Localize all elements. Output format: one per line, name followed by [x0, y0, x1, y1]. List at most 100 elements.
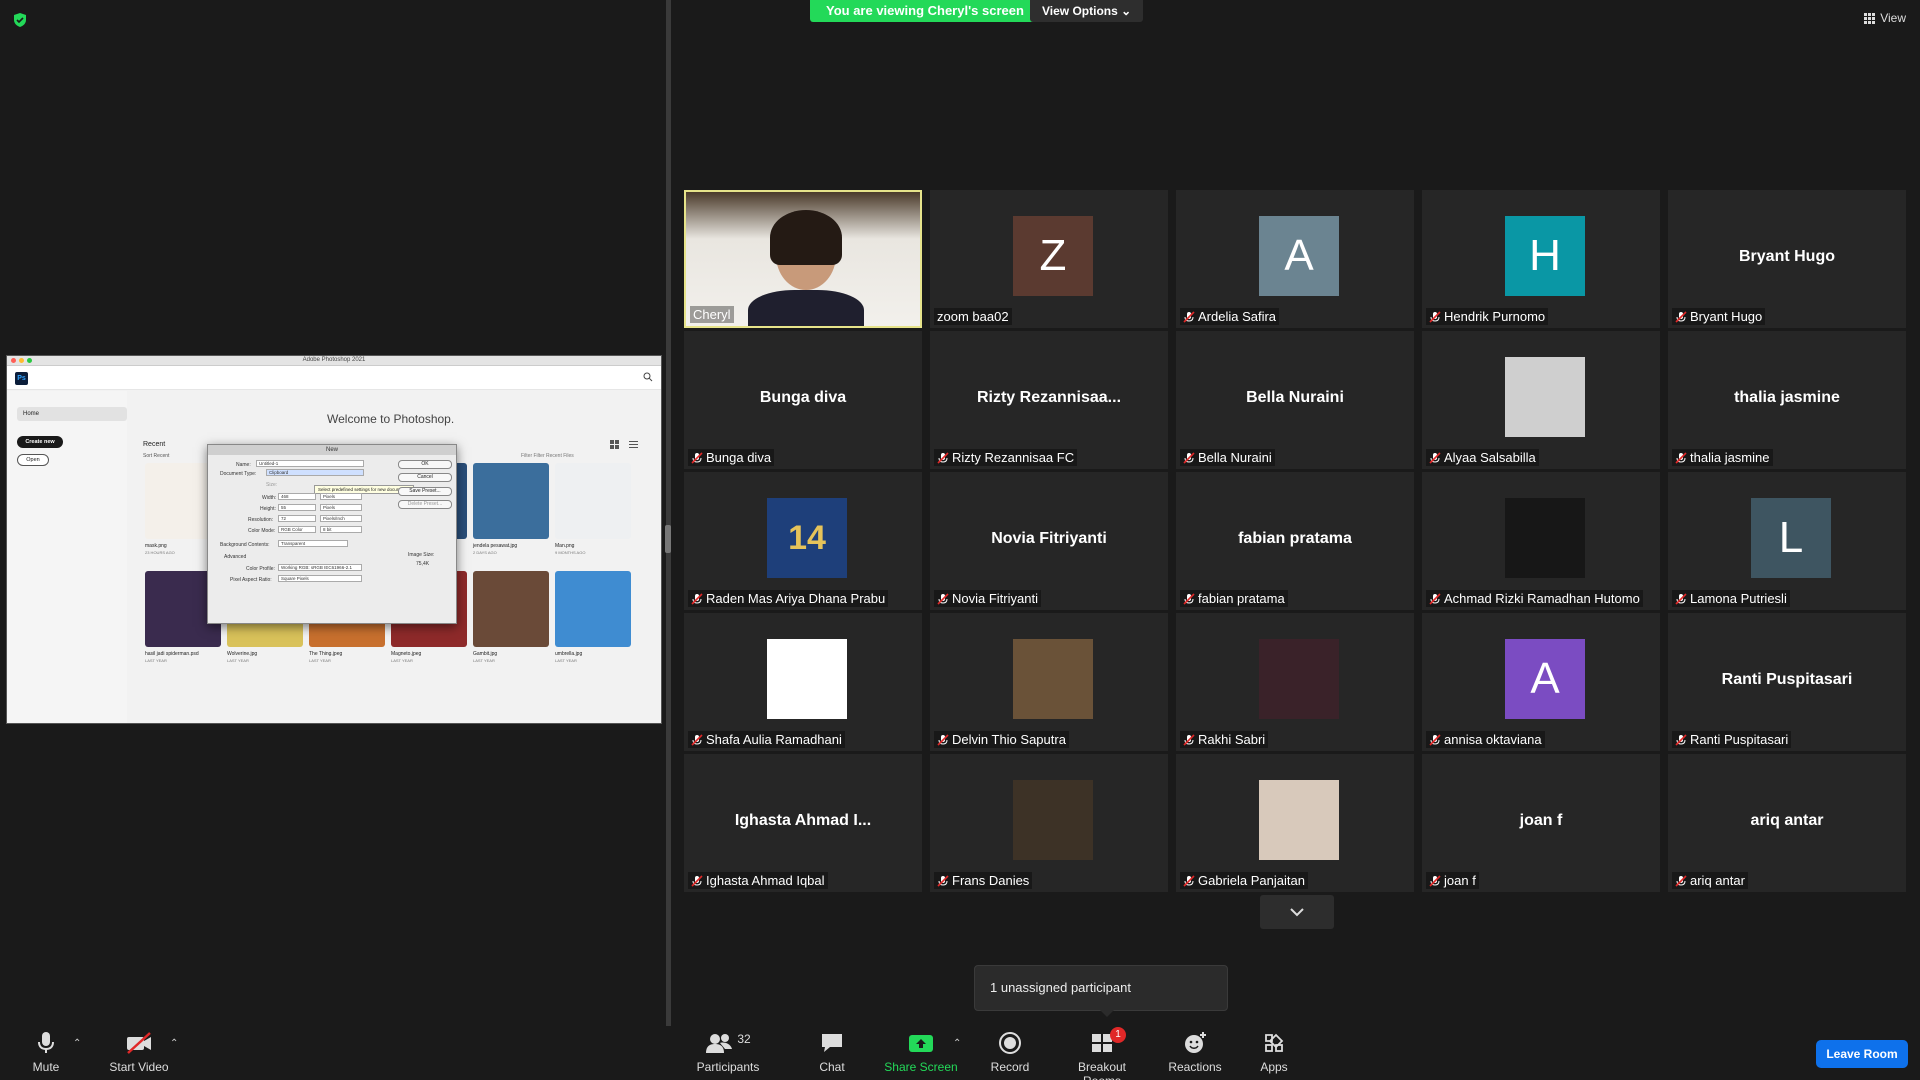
shared-screen[interactable]: Adobe Photoshop 2021 Ps Home Create new …: [6, 355, 662, 724]
participant-name: Bryant Hugo: [1690, 309, 1763, 324]
participant-tile[interactable]: 14 Raden Mas Ariya Dhana Prabu: [684, 472, 922, 610]
dialog-title: New: [208, 445, 456, 455]
participant-name: Raden Mas Ariya Dhana Prabu: [706, 591, 886, 606]
breakout-rooms-button[interactable]: 1 Breakout Rooms: [1058, 1027, 1146, 1080]
chevron-down-icon: ⌄: [1121, 4, 1132, 18]
zoom-window: You are viewing Cheryl's screen View Opt…: [0, 0, 1920, 1080]
split-divider[interactable]: [666, 0, 671, 1026]
participant-name-label: Novia Fitriyanti: [934, 590, 1041, 607]
dialog-resolution-unit: Pixels/Inch: [320, 515, 362, 522]
muted-mic-icon: [1675, 310, 1687, 323]
participant-tile[interactable]: H Hendrik Purnomo: [1422, 190, 1660, 328]
start-video-button[interactable]: Start Video: [104, 1030, 174, 1074]
participant-name: Novia Fitriyanti: [952, 591, 1038, 606]
participant-avatar: A: [1259, 216, 1339, 296]
participant-name-label: Rizty Rezannisaa FC: [934, 449, 1078, 466]
grid-view-icon: [1864, 12, 1876, 24]
participant-profile-photo: [1505, 498, 1585, 578]
participant-tile[interactable]: A Ardelia Safira: [1176, 190, 1414, 328]
dialog-doctype-label: Document Type:: [220, 471, 257, 477]
file-name: hasil jadi spiderman.psd: [145, 651, 199, 657]
participant-profile-photo: [1013, 639, 1093, 719]
participant-name: Shafa Aulia Ramadhani: [706, 732, 842, 747]
file-name: Gambit.jpg: [473, 651, 498, 657]
participant-tile[interactable]: Bella Nuraini Bella Nuraini: [1176, 331, 1414, 469]
dialog-cancel-button: Cancel: [398, 473, 452, 482]
participant-display-name: Rizty Rezannisaa...: [976, 389, 1122, 406]
view-button[interactable]: View: [1864, 11, 1906, 25]
participant-tile[interactable]: Ighasta Ahmad I... Ighasta Ahmad Iqbal: [684, 754, 922, 892]
ps-home-nav: Home: [17, 407, 127, 421]
participant-tile[interactable]: Novia Fitriyanti Novia Fitriyanti: [930, 472, 1168, 610]
participants-button[interactable]: 32 Participants: [690, 1030, 766, 1074]
participant-tile[interactable]: Achmad Rizki Ramadhan Hutomo: [1422, 472, 1660, 610]
apps-button[interactable]: Apps: [1254, 1030, 1294, 1074]
leave-room-button[interactable]: Leave Room: [1816, 1040, 1908, 1068]
participant-name: joan f: [1444, 873, 1476, 888]
breakout-rooms-label: Breakout Rooms: [1077, 1060, 1127, 1080]
muted-mic-icon: [1183, 874, 1195, 887]
ps-recent-file: jendela pesawat.jpg 2 DAYS AGO: [471, 463, 551, 571]
chat-button[interactable]: Chat: [812, 1030, 852, 1074]
reactions-button[interactable]: Reactions: [1166, 1030, 1224, 1074]
participant-name: zoom baa02: [937, 309, 1009, 324]
record-button[interactable]: Record: [990, 1030, 1030, 1074]
view-options-button[interactable]: View Options ⌄: [1030, 0, 1144, 22]
dialog-bg-label: Background Contents:: [220, 542, 270, 548]
participant-tile[interactable]: Bunga diva Bunga diva: [684, 331, 922, 469]
participant-tile[interactable]: Bryant Hugo Bryant Hugo: [1668, 190, 1906, 328]
participant-tile[interactable]: fabian pratama fabian pratama: [1176, 472, 1414, 610]
participant-name: Alyaa Salsabilla: [1444, 450, 1536, 465]
participant-tile[interactable]: Gabriela Panjaitan: [1176, 754, 1414, 892]
microphone-icon: [38, 1032, 54, 1053]
participant-name-label: Shafa Aulia Ramadhani: [688, 731, 845, 748]
apps-icon: [1265, 1033, 1284, 1052]
participant-tile[interactable]: ariq antar ariq antar: [1668, 754, 1906, 892]
participant-tile[interactable]: Rakhi Sabri: [1176, 613, 1414, 751]
participant-name: Cheryl: [693, 307, 731, 322]
smiley-plus-icon: [1185, 1032, 1206, 1053]
audio-options-caret[interactable]: ⌃: [73, 1038, 81, 1049]
participant-name: Rakhi Sabri: [1198, 732, 1266, 747]
dialog-delete-preset-button: Delete Preset...: [398, 500, 452, 509]
participant-tile[interactable]: joan f joan f: [1422, 754, 1660, 892]
participant-tile[interactable]: Delvin Thio Saputra: [930, 613, 1168, 751]
participant-tile[interactable]: Rizty Rezannisaa... Rizty Rezannisaa FC: [930, 331, 1168, 469]
file-name: Magneto.jpeg: [391, 651, 422, 657]
participant-name: Ranti Puspitasari: [1690, 732, 1789, 747]
participants-label: Participants: [696, 1060, 760, 1074]
participant-tile[interactable]: Shafa Aulia Ramadhani: [684, 613, 922, 751]
participant-tile[interactable]: L Lamona Putriesli: [1668, 472, 1906, 610]
file-name: jendela pesawat.jpg: [473, 543, 518, 549]
view-label: View: [1880, 11, 1906, 25]
dialog-image-size-value: 75,4K: [416, 561, 430, 567]
security-shield-icon[interactable]: [12, 12, 28, 28]
participant-name: Hendrik Purnomo: [1444, 309, 1546, 324]
divider-drag-handle[interactable]: [665, 525, 671, 553]
record-icon: [999, 1032, 1021, 1054]
video-options-caret[interactable]: ⌃: [170, 1038, 178, 1049]
participant-name-label: Ighasta Ahmad Iqbal: [688, 872, 828, 889]
share-screen-button[interactable]: Share Screen: [882, 1030, 960, 1074]
participant-tile[interactable]: Aannisa oktaviana: [1422, 613, 1660, 751]
file-time: LAST YEAR: [391, 658, 413, 663]
dialog-profile-select: Working RGB: sRGB IEC61966-2.1: [278, 564, 362, 571]
participant-tile[interactable]: Ranti Puspitasari Ranti Puspitasari: [1668, 613, 1906, 751]
participant-tile[interactable]: Alyaa Salsabilla: [1422, 331, 1660, 469]
participant-display-name: Bunga diva: [759, 389, 847, 406]
participant-display-name: thalia jasmine: [1734, 389, 1840, 406]
chevron-down-icon: [1290, 908, 1304, 917]
muted-mic-icon: [937, 592, 949, 605]
participant-display-name: Ighasta Ahmad I...: [734, 812, 872, 829]
participant-tile[interactable]: Zzoom baa02: [930, 190, 1168, 328]
participant-profile-photo: 14: [767, 498, 847, 578]
participant-tile[interactable]: thalia jasmine thalia jasmine: [1668, 331, 1906, 469]
participant-tile[interactable]: Frans Danies: [930, 754, 1168, 892]
mute-button[interactable]: Mute: [26, 1030, 66, 1074]
participant-name-label: zoom baa02: [934, 308, 1012, 325]
participant-name-label: Ranti Puspitasari: [1672, 731, 1792, 748]
next-page-button[interactable]: [1260, 895, 1334, 929]
participant-tile[interactable]: Cheryl: [684, 190, 922, 328]
muted-mic-icon: [937, 733, 949, 746]
share-options-caret[interactable]: ⌃: [953, 1038, 961, 1049]
